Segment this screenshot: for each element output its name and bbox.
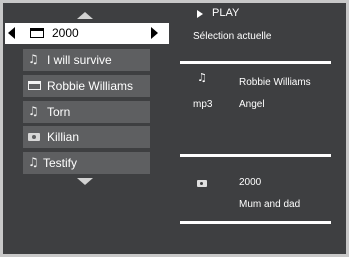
next-folder-icon[interactable] (151, 27, 158, 39)
list-item-label: I will survive (47, 53, 112, 67)
camera-icon (197, 180, 207, 187)
list-item-label: Killian (47, 130, 80, 144)
previous-folder-icon[interactable] (8, 27, 15, 39)
track-format: mp3 (193, 99, 213, 110)
album-name: Mum and dad (239, 199, 301, 210)
selection-title: Sélection actuelle (193, 31, 272, 42)
list-item[interactable]: Killian (23, 126, 150, 148)
list-item[interactable]: Robbie Williams (23, 75, 150, 97)
play-label[interactable]: PLAY (212, 7, 239, 20)
list-item[interactable]: ♫ I will survive (23, 49, 150, 71)
play-icon[interactable] (197, 10, 203, 18)
camera-icon (28, 133, 40, 141)
divider (180, 154, 331, 157)
list-item-label: Testify (43, 156, 78, 170)
list-item[interactable]: ♫ Torn (23, 101, 150, 123)
current-folder-label: 2000 (52, 26, 79, 40)
list-item-label: Robbie Williams (47, 79, 134, 93)
scroll-down-icon[interactable] (77, 178, 93, 185)
divider (180, 61, 331, 64)
music-note-icon: ♫ (28, 52, 39, 66)
music-note-icon: ♫ (28, 104, 39, 118)
list-item-label: Torn (47, 105, 71, 119)
divider (180, 221, 331, 224)
track-artist: Robbie Williams (239, 77, 311, 88)
music-note-icon: ♫ (28, 155, 39, 169)
scroll-up-icon[interactable] (77, 12, 93, 19)
folder-icon (28, 81, 41, 90)
folder-icon (30, 28, 44, 38)
list-item[interactable]: ♫ Testify (23, 152, 150, 174)
album-year: 2000 (239, 177, 262, 188)
track-title: Angel (239, 99, 265, 110)
music-note-icon: ♫ (197, 71, 207, 84)
